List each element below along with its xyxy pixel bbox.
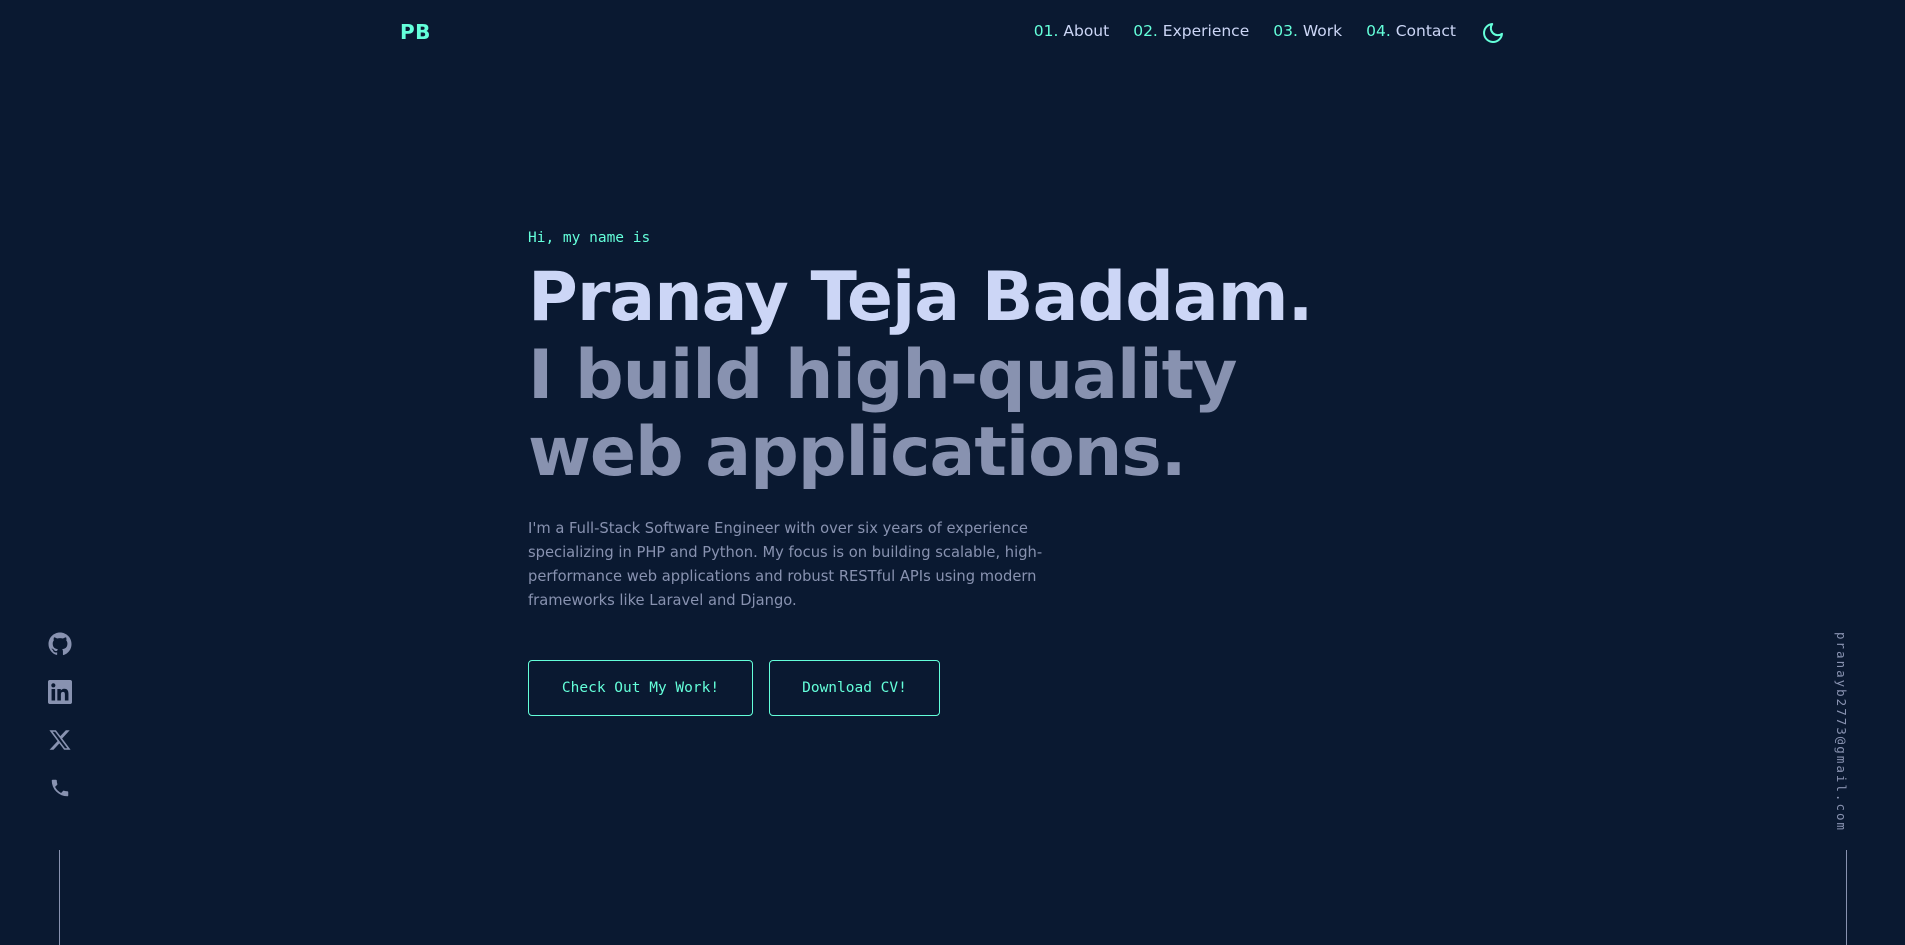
nav-label: About (1063, 22, 1110, 40)
nav-item-about[interactable]: 01. About (1034, 22, 1109, 40)
nav-item-work[interactable]: 03. Work (1273, 22, 1342, 40)
nav-number: 02. (1133, 22, 1158, 40)
download-cv-button[interactable]: Download CV! (769, 660, 940, 716)
github-icon (48, 632, 72, 656)
nav-label: Experience (1162, 22, 1250, 40)
hero-section: Hi, my name is Pranay Teja Baddam. I bui… (528, 230, 1428, 716)
x-icon (49, 730, 71, 750)
linkedin-icon (48, 680, 72, 704)
email-link[interactable]: pranayb2773@gmail.com (1834, 632, 1849, 832)
right-vertical-line (1846, 850, 1847, 945)
phone-link[interactable] (46, 776, 74, 800)
github-link[interactable] (46, 632, 74, 656)
moon-icon (1483, 23, 1503, 43)
hero-tagline: I build high-quality web applications. (528, 336, 1237, 492)
nav-number: 03. (1273, 22, 1298, 40)
nav-item-experience[interactable]: 02. Experience (1133, 22, 1249, 40)
linkedin-link[interactable] (46, 680, 74, 704)
phone-icon (51, 779, 69, 797)
nav-label: Contact (1395, 22, 1456, 40)
logo[interactable]: PB (400, 20, 431, 44)
x-link[interactable] (46, 728, 74, 752)
nav-number: 04. (1366, 22, 1391, 40)
social-links (46, 632, 74, 800)
theme-toggle-button[interactable] (1481, 21, 1505, 45)
nav-item-contact[interactable]: 04. Contact (1366, 22, 1456, 40)
hero-name: Pranay Teja Baddam. (528, 258, 1313, 337)
hero-description: I'm a Full-Stack Software Engineer with … (528, 520, 1043, 609)
nav-label: Work (1302, 22, 1343, 40)
check-out-work-button[interactable]: Check Out My Work! (528, 660, 753, 716)
hero-greeting: Hi, my name is (528, 230, 651, 246)
left-vertical-line (59, 850, 60, 945)
main-nav: 01. About 02. Experience 03. Work 04. Co… (1034, 22, 1456, 40)
nav-number: 01. (1033, 22, 1059, 40)
